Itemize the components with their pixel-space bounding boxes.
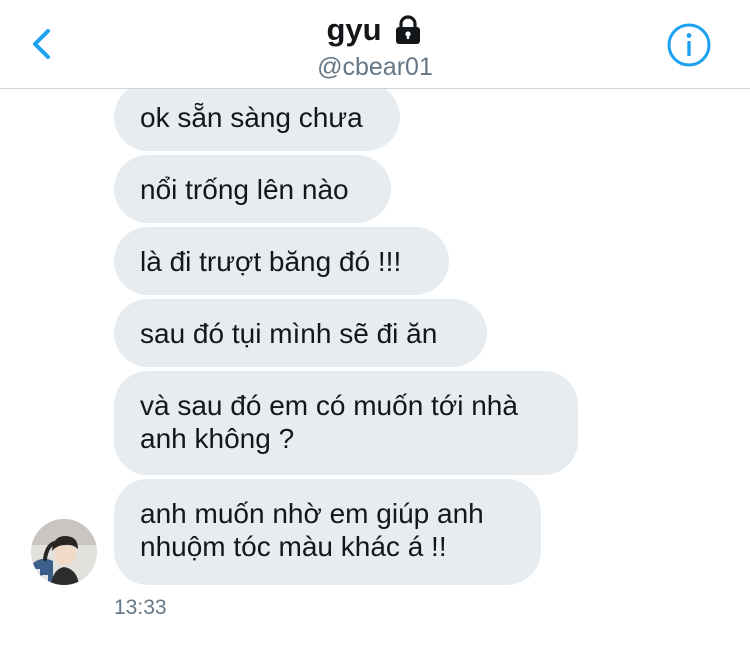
message-line: anh muốn nhờ em giúp anh	[140, 498, 484, 529]
user-handle: @cbear01	[317, 53, 433, 81]
message-bubble[interactable]: ok sẵn sàng chưa	[114, 89, 400, 151]
message-timestamp: 13:33	[114, 596, 167, 619]
message-bubble[interactable]: sau đó tụi mình sẽ đi ăn	[114, 299, 487, 367]
info-button[interactable]	[666, 22, 712, 68]
message-line: và sau đó em có muốn tới nhà	[140, 390, 518, 421]
message-bubble[interactable]: và sau đó em có muốn tới nhà anh không ?	[114, 371, 578, 475]
message-bubble[interactable]: nổi trống lên nào	[114, 155, 391, 223]
message-line: nhuộm tóc màu khác á !!	[140, 531, 447, 562]
lock-icon	[392, 14, 424, 46]
message-line: anh không ?	[140, 423, 295, 454]
message-bubble[interactable]: là đi trượt băng đó !!!	[114, 227, 449, 295]
conversation-title: gyu	[326, 12, 382, 47]
conversation-header: gyu @cbear01	[0, 0, 750, 89]
avatar[interactable]	[31, 519, 97, 585]
message-bubble[interactable]: anh muốn nhờ em giúp anh nhuộm tóc màu k…	[114, 479, 541, 585]
info-icon	[667, 23, 711, 67]
message-list[interactable]: ok sẵn sàng chưa nổi trống lên nào là đi…	[0, 89, 750, 664]
